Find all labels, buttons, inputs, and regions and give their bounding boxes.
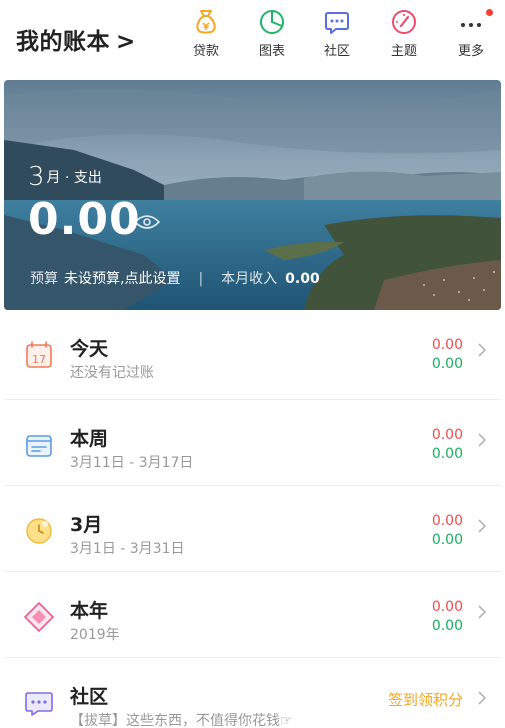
- income-value: 0.00: [285, 271, 320, 287]
- chevron-right-icon: [478, 433, 487, 447]
- ledger-title[interactable]: 我的账本 >: [16, 22, 136, 56]
- moon-clock-icon: [26, 518, 52, 544]
- month-income: 0.00: [431, 532, 463, 548]
- list-item-year[interactable]: 本年 2019年 0.00 0.00: [4, 572, 501, 658]
- month-expense-label: 3月 · 支出: [28, 162, 102, 192]
- nav-theme-button[interactable]: 主题: [376, 8, 432, 64]
- year-income: 0.00: [431, 618, 463, 634]
- nav-more-label: 更多: [457, 44, 484, 59]
- today-title: 今天: [70, 338, 109, 360]
- nav-community-label: 社区: [323, 44, 350, 59]
- calendar-today-icon: 17: [26, 341, 52, 368]
- year-expense: 0.00: [431, 599, 463, 615]
- community-chat-icon: [25, 692, 53, 716]
- nav-loan-button[interactable]: 贷款: [178, 8, 234, 64]
- footer-separator: |: [198, 271, 204, 287]
- chevron-right-icon: [478, 605, 487, 619]
- monthly-summary-banner[interactable]: 3月 · 支出 0.00 预算 未设预算,点此设置 | 本月收入 0.00: [4, 80, 501, 310]
- year-subtitle: 2019年: [70, 627, 120, 643]
- month-expense-suffix: 月 · 支出: [46, 170, 102, 186]
- budget-setup-link[interactable]: 未设预算,点此设置: [64, 271, 180, 287]
- chevron-right-icon: >: [116, 29, 136, 55]
- community-title: 社区: [70, 686, 109, 708]
- week-income: 0.00: [431, 446, 463, 462]
- nav-chart-label: 图表: [258, 44, 285, 59]
- chevron-right-icon: [478, 691, 487, 705]
- nav-chart-button[interactable]: 图表: [244, 8, 300, 64]
- ledger-title-text: 我的账本: [16, 29, 110, 55]
- week-amounts: 0.00 0.00: [432, 426, 463, 464]
- month-title: 3月: [70, 514, 103, 536]
- today-amounts: 0.00 0.00: [432, 336, 463, 374]
- month-expense: 0.00: [431, 513, 463, 529]
- expense-amount: 0.00: [28, 194, 141, 245]
- list-item-today[interactable]: 17 今天 还没有记过账 0.00 0.00: [4, 310, 501, 400]
- diamond-icon: [23, 601, 55, 633]
- budget-income-footer: 预算 未设预算,点此设置 | 本月收入 0.00: [30, 268, 320, 288]
- summary-list: 17 今天 还没有记过账 0.00 0.00 本周 3月11日 - 3月17日 …: [4, 310, 501, 728]
- today-expense: 0.00: [431, 337, 463, 353]
- today-income: 0.00: [431, 356, 463, 372]
- chevron-right-icon: [478, 519, 487, 533]
- list-item-week[interactable]: 本周 3月11日 - 3月17日 0.00 0.00: [4, 400, 501, 486]
- notification-dot: [486, 9, 493, 16]
- week-subtitle: 3月11日 - 3月17日: [70, 455, 194, 471]
- year-title: 本年: [70, 600, 109, 622]
- nav-community-button[interactable]: 社区: [309, 8, 365, 64]
- chat-bubble-icon: [325, 12, 349, 34]
- budget-label: 预算: [30, 271, 58, 287]
- week-title: 本周: [70, 428, 109, 450]
- theme-gauge-icon: [392, 10, 416, 34]
- month-amounts: 0.00 0.00: [432, 512, 463, 550]
- calendar-week-icon: [26, 435, 52, 457]
- year-amounts: 0.00 0.00: [432, 598, 463, 636]
- month-subtitle: 3月1日 - 3月31日: [70, 541, 185, 557]
- month-number: 3: [28, 162, 45, 192]
- list-item-community[interactable]: 社区 【拔草】这些东西，不值得你花钱☞ 签到领积分: [4, 658, 501, 728]
- income-label: 本月收入: [221, 271, 278, 287]
- community-subtitle: 【拔草】这些东西，不值得你花钱☞: [70, 713, 293, 728]
- nav-more-button[interactable]: 更多: [443, 8, 499, 64]
- calendar-day-number: 17: [32, 353, 46, 366]
- week-expense: 0.00: [431, 427, 463, 443]
- list-item-month[interactable]: 3月 3月1日 - 3月31日 0.00 0.00: [4, 486, 501, 572]
- pie-chart-icon: [260, 10, 284, 34]
- money-bag-icon: [196, 10, 216, 34]
- more-dots-icon: [461, 23, 481, 27]
- eye-icon[interactable]: [134, 214, 160, 230]
- nav-loan-label: 贷款: [192, 44, 219, 59]
- checkin-points-link[interactable]: 签到领积分: [388, 689, 463, 710]
- chevron-right-icon: [478, 343, 487, 357]
- nav-theme-label: 主题: [390, 44, 417, 59]
- top-bar: 我的账本 > 贷款 图表 社区 主题 更多: [0, 0, 505, 78]
- today-subtitle: 还没有记过账: [70, 365, 154, 381]
